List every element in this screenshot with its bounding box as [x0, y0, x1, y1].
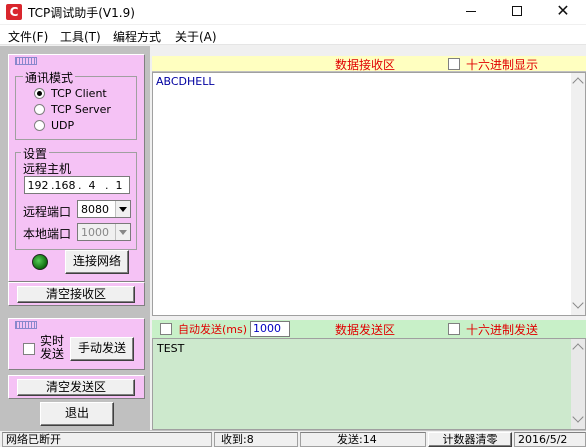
received-count: 收到:8 — [214, 432, 298, 447]
clear-send-button[interactable]: 清空发送区 — [17, 379, 135, 396]
receive-title: 数据接收区 — [335, 58, 396, 72]
maximize-icon — [512, 6, 522, 16]
chevron-down-icon[interactable] — [115, 201, 130, 217]
hex-display-checkbox[interactable] — [448, 58, 460, 70]
reset-counter-button[interactable]: 计数器清零 — [428, 432, 512, 447]
menu-bar: 文件(F) 工具(T) 编程方式 关于(A) — [0, 25, 586, 45]
manual-send-button[interactable]: 手动发送 — [70, 337, 134, 361]
grip-handle-icon — [15, 321, 37, 329]
scroll-down-icon[interactable] — [572, 297, 584, 309]
window-title: TCP调试助手(V1.9) — [28, 6, 135, 20]
menu-file[interactable]: 文件(F) — [8, 28, 48, 45]
app-icon: C — [6, 4, 22, 20]
realtime-send-label: 实时 发送 — [40, 334, 65, 361]
menu-about[interactable]: 关于(A) — [175, 28, 217, 45]
scroll-up-icon[interactable] — [572, 77, 584, 89]
left-panel: 通讯模式 TCP Client TCP Server UDP 设置 远程主机 1… — [0, 46, 150, 430]
remote-port-value: 8080 — [81, 203, 109, 216]
send-title: 数据发送区 — [335, 323, 396, 337]
network-status: 网络已断开 — [2, 432, 212, 447]
ip-octet-4[interactable]: 1 — [108, 179, 130, 192]
realtime-send-checkbox[interactable] — [23, 343, 35, 355]
radio-udp[interactable] — [34, 120, 45, 131]
close-icon: ✕ — [556, 1, 570, 20]
radio-tcp-client[interactable] — [34, 88, 45, 99]
sent-count: 发送:14 — [300, 432, 426, 447]
send-textarea[interactable]: TEST — [152, 338, 586, 430]
remote-host-label: 远程主机 — [23, 162, 72, 176]
local-port-select[interactable]: 1000 — [77, 223, 131, 241]
send-data: TEST — [157, 342, 185, 355]
radio-tcp-server[interactable] — [34, 104, 45, 115]
maximize-button[interactable] — [494, 0, 540, 24]
ip-octet-1[interactable]: 192 — [27, 179, 49, 192]
ip-octet-2[interactable]: 168 — [54, 179, 76, 192]
minimize-button[interactable] — [448, 0, 494, 24]
auto-send-interval-input[interactable]: 1000 — [250, 321, 290, 337]
remote-port-label: 远程端口 — [23, 205, 72, 219]
remote-host-ip-input[interactable]: 192 . 168 . 4 . 1 — [24, 176, 130, 194]
clear-receive-button[interactable]: 清空接收区 — [17, 286, 135, 303]
scroll-down-icon[interactable] — [572, 411, 584, 423]
status-date: 2016/5/2 — [514, 432, 586, 447]
settings-panel: 通讯模式 TCP Client TCP Server UDP 设置 远程主机 — [8, 54, 145, 282]
receive-textarea[interactable]: ABCDHELL — [152, 72, 586, 316]
ip-octet-3[interactable]: 4 — [81, 179, 103, 192]
hex-display-label: 十六进制显示 — [466, 58, 539, 72]
minimize-icon — [466, 10, 476, 12]
radio-tcp-server-label: TCP Server — [51, 103, 111, 116]
local-port-value: 1000 — [81, 226, 109, 239]
close-button[interactable]: ✕ — [540, 0, 586, 24]
send-header: 自动发送(ms) 1000 数据发送区 十六进制发送 — [152, 320, 586, 338]
auto-send-checkbox[interactable] — [160, 323, 172, 335]
remote-port-select[interactable]: 8080 — [77, 200, 131, 218]
radio-udp-label: UDP — [51, 119, 75, 132]
menu-programming[interactable]: 编程方式 — [113, 28, 161, 45]
connect-network-button[interactable]: 连接网络 — [65, 250, 129, 274]
connection-led-icon — [32, 254, 48, 270]
auto-send-label: 自动发送(ms) — [178, 323, 248, 336]
clear-recv-bar: 清空接收区 — [8, 282, 145, 306]
send-scrollbar[interactable] — [571, 339, 585, 429]
receive-header: 数据接收区 十六进制显示 — [152, 56, 586, 72]
status-bar: 网络已断开 收到:8 发送:14 计数器清零 2016/5/2 — [0, 430, 586, 447]
comm-mode-legend: 通讯模式 — [23, 69, 76, 86]
hex-send-label: 十六进制发送 — [466, 323, 539, 337]
hex-send-checkbox[interactable] — [448, 323, 460, 335]
send-control-panel: 实时 发送 手动发送 — [8, 318, 145, 370]
menu-tools[interactable]: 工具(T) — [60, 28, 101, 45]
scroll-up-icon[interactable] — [572, 343, 584, 355]
grip-handle-icon — [15, 57, 37, 65]
chevron-down-icon[interactable] — [115, 224, 130, 240]
exit-button[interactable]: 退出 — [40, 402, 114, 426]
local-port-label: 本地端口 — [23, 227, 72, 241]
received-data: ABCDHELL — [156, 75, 215, 88]
title-bar: C TCP调试助手(V1.9) ✕ — [0, 0, 586, 24]
radio-tcp-client-label: TCP Client — [51, 87, 107, 100]
clear-send-bar: 清空发送区 — [8, 375, 145, 399]
receive-scrollbar[interactable] — [571, 73, 585, 315]
